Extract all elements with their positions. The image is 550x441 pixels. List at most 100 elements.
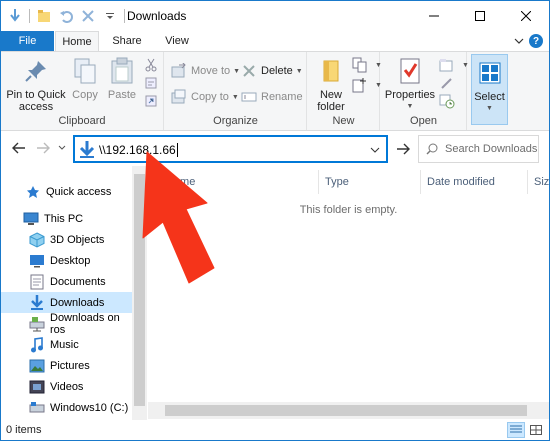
- open-button[interactable]: ▼: [439, 56, 469, 74]
- edit-button[interactable]: [439, 74, 459, 92]
- select-content: Select ▼: [469, 57, 510, 115]
- undo-icon[interactable]: [58, 7, 74, 25]
- clipboard-group-label: Clipboard: [58, 115, 106, 127]
- chevron-down-icon[interactable]: [513, 35, 525, 47]
- new-item-button[interactable]: ▼: [352, 56, 382, 74]
- open-group: Properties ▼ ▼ Open: [381, 52, 469, 130]
- text-cursor: [176, 143, 178, 157]
- paste-icon: [106, 55, 138, 87]
- network-drive-icon: [29, 316, 45, 332]
- select-label: Select: [474, 91, 505, 103]
- search-icon: [426, 143, 438, 155]
- tab-file[interactable]: File: [1, 31, 54, 51]
- nav-item-documents[interactable]: Documents: [1, 271, 132, 292]
- computer-icon: [23, 211, 39, 227]
- nav-item-3d-objects[interactable]: 3D Objects: [1, 229, 132, 250]
- column-header-type[interactable]: Type: [319, 170, 421, 194]
- delete-icon: [241, 63, 257, 79]
- properties-button[interactable]: Properties ▼: [383, 55, 437, 113]
- nav-item-pictures[interactable]: Pictures: [1, 355, 132, 376]
- nav-item-music[interactable]: Music: [1, 334, 132, 355]
- delete-x-icon[interactable]: [80, 7, 96, 25]
- horizontal-scrollbar-thumb[interactable]: [165, 405, 527, 416]
- copy-to-icon: [171, 89, 187, 105]
- paste-button[interactable]: Paste: [105, 55, 139, 101]
- copy-path-icon: [143, 75, 159, 91]
- ribbon-tabs: File Home Share View ?: [1, 31, 549, 52]
- toolbar-separator: [29, 9, 30, 23]
- folder-icon[interactable]: [36, 7, 52, 25]
- nav-label: Videos: [50, 380, 84, 393]
- copy-to-label: Copy to: [191, 91, 229, 103]
- down-arrow-icon[interactable]: [7, 7, 23, 25]
- address-bar[interactable]: \\192.168.1.66: [73, 135, 388, 163]
- nav-item-videos[interactable]: Videos: [1, 376, 132, 397]
- easy-access-button[interactable]: ▼: [352, 76, 382, 94]
- help-icon[interactable]: ?: [529, 34, 543, 48]
- column-header-size[interactable]: Size: [528, 170, 549, 194]
- empty-folder-message: This folder is empty.: [299, 204, 398, 216]
- pin-to-quick-access-button[interactable]: Pin to Quick access: [5, 55, 67, 113]
- minimize-button[interactable]: [411, 1, 457, 31]
- forward-arrow-icon[interactable]: [35, 140, 51, 156]
- customize-toolbar-icon[interactable]: [102, 7, 118, 25]
- copy-icon: [69, 55, 101, 87]
- history-icon: [439, 93, 455, 109]
- close-button[interactable]: [503, 1, 549, 31]
- delete-button[interactable]: Delete ▼: [241, 62, 303, 80]
- nav-label: Desktop: [50, 254, 91, 267]
- nav-item-downloads-on-ros[interactable]: Downloads on ros: [1, 311, 132, 336]
- nav-label: Quick access: [46, 185, 112, 198]
- nav-label: Windows10 (C:): [50, 401, 129, 414]
- rename-button[interactable]: Rename: [241, 88, 303, 106]
- back-arrow-icon[interactable]: [11, 140, 27, 156]
- search-placeholder: Search Downloads: [445, 143, 538, 155]
- copy-button[interactable]: Copy: [69, 55, 101, 101]
- copy-path-button[interactable]: [143, 74, 163, 92]
- nav-item-desktop[interactable]: Desktop: [1, 250, 132, 271]
- tab-share[interactable]: Share: [105, 31, 149, 51]
- nav-item-downloads[interactable]: Downloads: [1, 292, 132, 313]
- new-item-icon: [352, 57, 368, 73]
- horizontal-scrollbar[interactable]: [148, 402, 549, 419]
- download-icon: [79, 141, 95, 159]
- tab-view[interactable]: View: [155, 31, 199, 51]
- open-group-label: Open: [410, 115, 437, 127]
- pin-label-line2: access: [18, 101, 54, 113]
- nav-label: Downloads on ros: [50, 311, 120, 336]
- easy-access-icon: [352, 77, 368, 93]
- nav-item-this-pc[interactable]: This PC: [1, 208, 132, 229]
- nav-scrollbar[interactable]: [132, 166, 147, 420]
- tab-home[interactable]: Home: [55, 31, 99, 52]
- paste-shortcut-button[interactable]: [143, 92, 163, 110]
- recent-locations-chevron-icon[interactable]: [57, 140, 67, 156]
- history-button[interactable]: [439, 92, 459, 110]
- move-to-button[interactable]: Move to ▼: [171, 62, 240, 80]
- copy-to-button[interactable]: Copy to ▼: [171, 88, 239, 106]
- status-bar: 0 items: [1, 420, 549, 440]
- search-box[interactable]: Search Downloads: [418, 135, 539, 163]
- desktop-icon: [29, 253, 45, 269]
- cut-button[interactable]: [143, 56, 163, 74]
- maximize-button[interactable]: [457, 1, 503, 31]
- nav-item-quick-access[interactable]: Quick access: [1, 181, 132, 202]
- ribbon: Pin to Quick access Copy Paste Clipboard…: [1, 51, 549, 131]
- column-header-date-modified[interactable]: Date modified: [421, 170, 528, 194]
- address-dropdown-chevron-icon[interactable]: [368, 143, 382, 157]
- new-folder-button[interactable]: New folder: [312, 55, 350, 113]
- nav-item-windows10-c[interactable]: Windows10 (C:): [1, 397, 132, 418]
- move-to-icon: [171, 63, 187, 79]
- nav-label: Pictures: [50, 359, 90, 372]
- nav-scrollbar-thumb[interactable]: [134, 174, 145, 406]
- window-title: Downloads: [127, 9, 187, 23]
- large-icons-view-icon[interactable]: [527, 422, 545, 438]
- nav-label: Documents: [50, 275, 106, 288]
- column-header-name[interactable]: Name: [148, 170, 319, 194]
- rename-label: Rename: [261, 91, 303, 103]
- details-view-icon[interactable]: [507, 422, 525, 438]
- properties-label: Properties: [384, 89, 436, 101]
- navigation-pane: Quick access This PC 3D Objects Desktop …: [1, 166, 147, 420]
- go-arrow-icon[interactable]: [393, 138, 413, 160]
- address-input[interactable]: \\192.168.1.66: [99, 142, 178, 158]
- new-folder-icon: [315, 55, 347, 87]
